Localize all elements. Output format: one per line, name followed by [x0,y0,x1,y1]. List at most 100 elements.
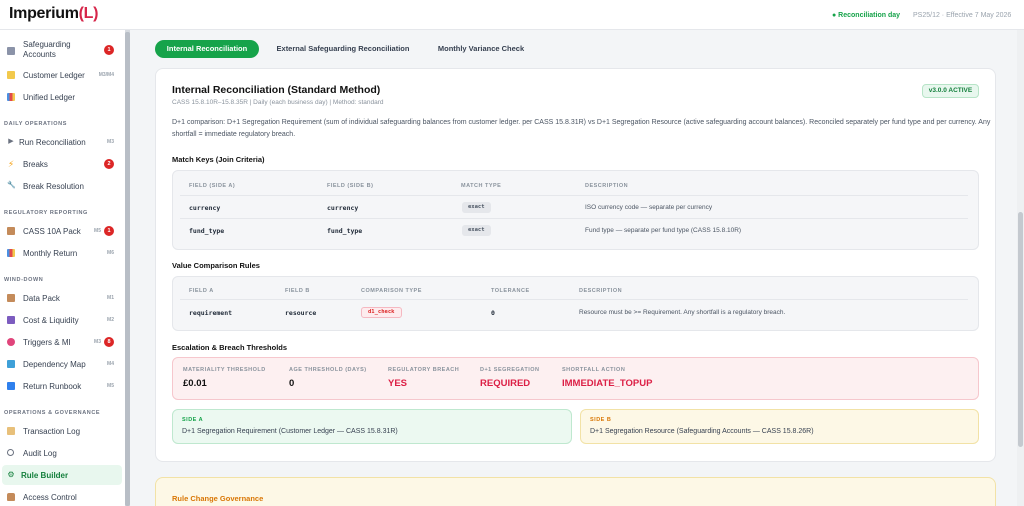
column-header: DESCRIPTION [585,183,629,189]
table-cell: currency [189,204,221,212]
reconciliation-status: ● Reconciliation day [832,12,901,19]
sidebar-scrollbar-thumb[interactable] [125,32,130,506]
rule-meta: CASS 15.8.10R–15.8.35R | Daily (each bus… [172,99,384,106]
chart-icon [7,249,15,257]
sidebar-item-cost-liquidity[interactable]: Cost & Liquidity M2 [0,310,124,330]
threshold-value: IMMEDIATE_TOPUP [562,378,653,389]
sidebar-item-label: Safeguarding [23,40,71,49]
match-type-pill: exact [462,202,491,213]
section-header-operations-governance: OPERATIONS & GOVERNANCE [4,410,101,416]
sidebar-item-rule-builder[interactable]: ⚙ Rule Builder [2,465,122,485]
sidebar-item-label: Break Resolution [23,181,84,191]
module-code: M3 [107,139,114,145]
book-icon [7,382,15,390]
sidebar-item-break-resolution[interactable]: 🔧 Break Resolution [0,176,124,196]
gear-icon: ⚙ [7,470,15,479]
alarm-icon [7,338,15,346]
governance-panel [155,477,996,506]
scroll-icon [7,427,15,435]
bank-icon [7,47,15,55]
threshold-label: REGULATORY BREACH [388,367,460,373]
sidebar-item-label: Dependency Map [23,359,86,369]
sidebar-item-label: Customer Ledger [23,70,85,80]
sidebar-item-label: Monthly Return [23,248,78,258]
sidebar-item-monthly-return[interactable]: Monthly Return M6 [0,243,124,263]
column-header: FIELD B [285,288,310,294]
play-icon: ▶ [8,138,14,145]
comparison-type-pill: d1_check [361,307,402,318]
sidebar-item-data-pack[interactable]: Data Pack M1 [0,288,124,308]
sidebar-item-audit-log[interactable]: Audit Log [0,443,124,463]
sidebar-item-label: Rule Builder [21,470,69,480]
logo-mark: (L) [78,5,99,22]
table-cell: Resource must be >= Requirement. Any sho… [579,309,786,316]
sidebar-item-label: Run Reconciliation [19,137,86,147]
sidebar-item-transaction-log[interactable]: Transaction Log [0,421,124,441]
count-badge: 2 [104,159,114,169]
lock-icon [7,493,15,501]
count-badge: 8 [104,337,114,347]
search-icon [7,449,14,456]
threshold-value: YES [388,378,408,389]
bolt-icon: ⚡ [7,159,15,169]
table-cell: resource [285,309,317,317]
app-logo[interactable]: Imperium(L) [9,5,98,23]
sidebar-item-customer-ledger[interactable]: Customer Ledger M3/M4 [0,65,124,85]
table-cell: 0 [491,309,495,317]
section-header-daily-operations: DAILY OPERATIONS [4,121,67,127]
rule-description: D+1 comparison: D+1 Segregation Requirem… [172,119,991,138]
sidebar-item-safeguarding-accounts[interactable]: Safeguarding Accounts 1 [0,37,124,63]
match-keys-table [172,170,979,250]
module-code: M1 [107,295,114,301]
column-header: DESCRIPTION [579,288,623,294]
divider [180,218,968,219]
sidebar: Safeguarding Accounts 1 Customer Ledger … [0,30,130,506]
sidebar-item-label: Accounts [23,50,56,59]
escalation-title: Escalation & Breach Thresholds [172,343,288,352]
section-header-wind-down: WIND-DOWN [4,277,44,283]
sidebar-item-label: Audit Log [23,448,57,458]
table-cell: fund_type [327,227,363,235]
map-icon [7,360,15,368]
table-cell: Fund type — separate per fund type (CASS… [585,227,742,234]
chart-icon [7,93,15,101]
module-code: M5 [94,228,101,234]
threshold-label: MATERIALITY THRESHOLD [183,367,266,373]
threshold-label: SHORTFALL ACTION [562,367,626,373]
sidebar-item-label: Return Runbook [23,381,82,391]
sidebar-item-dependency-map[interactable]: Dependency Map M4 [0,354,124,374]
threshold-label: D+1 SEGREGATION [480,367,540,373]
box-icon [7,294,15,302]
sidebar-item-cass-10a-pack[interactable]: CASS 10A Pack M5 1 [0,221,124,241]
sidebar-item-run-reconciliation[interactable]: ▶ Run Reconciliation M3 [0,132,124,152]
tab-external-safeguarding-reconciliation[interactable]: External Safeguarding Reconciliation [268,40,418,58]
column-header: FIELD (SIDE B) [327,183,374,189]
rule-title: Internal Reconciliation (Standard Method… [172,84,381,96]
module-code: M5 [107,383,114,389]
sidebar-item-breaks[interactable]: ⚡ Breaks 2 [0,154,124,174]
value-rules-table [172,276,979,331]
main-scrollbar-thumb[interactable] [1018,212,1023,447]
sidebar-item-unified-ledger[interactable]: Unified Ledger [0,87,124,107]
sidebar-item-label: Cost & Liquidity [23,315,79,325]
sidebar-item-triggers-mi[interactable]: Triggers & MI M3 8 [0,332,124,352]
table-cell: currency [327,204,359,212]
module-code: M2 [107,317,114,323]
tab-monthly-variance-check[interactable]: Monthly Variance Check [428,40,534,58]
sidebar-item-label: Data Pack [23,293,60,303]
side-b-label: SIDE B [590,417,612,423]
governance-title: Rule Change Governance [172,494,264,503]
column-header: MATCH TYPE [461,183,502,189]
column-header: TOLERANCE [491,288,530,294]
tab-internal-reconciliation[interactable]: Internal Reconciliation [155,40,259,58]
money-icon [7,316,15,324]
section-header-regulatory-reporting: REGULATORY REPORTING [4,210,88,216]
sidebar-item-label: Triggers & MI [23,337,71,347]
count-badge: 1 [104,45,114,55]
threshold-value: REQUIRED [480,378,531,389]
top-bar: Imperium(L) ● Reconciliation day PS25/12… [0,0,1024,30]
sidebar-item-access-control[interactable]: Access Control [0,487,124,506]
sidebar-item-return-runbook[interactable]: Return Runbook M5 [0,376,124,396]
wrench-icon: 🔧 [7,182,16,189]
sidebar-item-label: Breaks [23,159,48,169]
